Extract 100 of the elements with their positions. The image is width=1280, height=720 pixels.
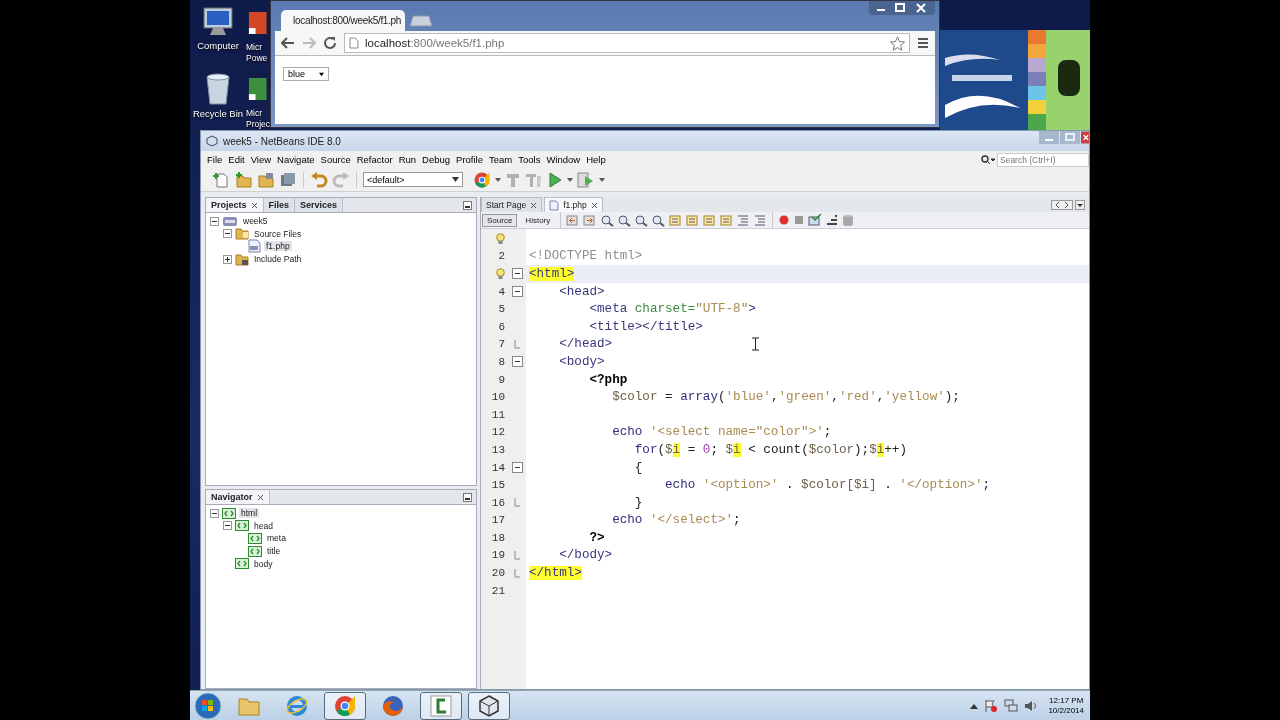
view-tab[interactable]: History — [520, 213, 556, 227]
panel-tab[interactable]: Projects — [206, 198, 264, 212]
configuration-dropdown[interactable]: <default> — [363, 172, 463, 187]
minimize-icon[interactable] — [463, 492, 472, 502]
new-project-icon[interactable] — [235, 171, 253, 188]
collapse-icon[interactable] — [210, 216, 219, 226]
computer-icon[interactable] — [201, 6, 235, 38]
open-project-icon[interactable] — [257, 171, 275, 188]
tree-item[interactable]: week5 — [241, 216, 270, 227]
close-icon[interactable] — [250, 201, 258, 209]
menu-item[interactable]: Run — [398, 154, 417, 165]
browser-icon[interactable] — [473, 170, 491, 189]
forward-icon[interactable] — [583, 213, 598, 227]
menu-item[interactable]: Refactor — [356, 154, 393, 165]
tree-item[interactable]: body — [252, 558, 275, 569]
caret-icon[interactable] — [495, 177, 501, 182]
toggle-rectangle-icon[interactable] — [668, 213, 683, 227]
search-field[interactable]: Search (Ctrl+I) — [997, 152, 1089, 167]
clock-date[interactable]: 10/2/2014 — [1048, 705, 1084, 716]
desktop-icon-label[interactable]: Computer — [192, 40, 244, 51]
find-previous-icon[interactable] — [617, 213, 632, 227]
fox-globe-icon[interactable] — [381, 693, 405, 718]
back-icon[interactable] — [566, 213, 581, 227]
save-all-icon[interactable] — [279, 171, 297, 188]
collapse-icon[interactable] — [223, 229, 232, 239]
html-tag-icon — [248, 545, 262, 557]
address-bar[interactable]: localhost:800/week5/f1.php — [344, 33, 910, 53]
menu-item[interactable]: Window — [546, 154, 581, 165]
menu-item[interactable]: Tools — [518, 154, 541, 165]
desktop-icon-label[interactable]: Micr Powe — [246, 42, 270, 64]
run-icon[interactable] — [547, 171, 563, 188]
comment-icon[interactable] — [825, 214, 840, 226]
close-icon[interactable] — [590, 201, 598, 209]
caret-icon[interactable] — [599, 177, 605, 182]
lightbulb-icon[interactable] — [496, 268, 505, 280]
tree-item[interactable]: meta — [265, 533, 288, 544]
find-icon[interactable] — [600, 213, 615, 227]
browser-icon[interactable] — [333, 693, 357, 718]
speaker-icon[interactable] — [1024, 698, 1039, 713]
close-icon[interactable] — [530, 201, 538, 209]
tree-item[interactable]: html — [239, 508, 260, 519]
check-icon[interactable] — [808, 214, 823, 226]
minimize-icon[interactable] — [463, 200, 472, 210]
scroll-tabs-icon[interactable] — [1051, 199, 1073, 210]
cube-icon[interactable] — [478, 693, 500, 718]
toggle-highlight-icon[interactable] — [651, 213, 666, 227]
star-icon[interactable] — [890, 35, 905, 51]
network-icon[interactable] — [1004, 698, 1019, 713]
collapse-icon[interactable] — [223, 521, 232, 531]
fold-icon[interactable] — [511, 356, 523, 368]
fold-icon[interactable] — [511, 286, 523, 298]
show-hidden-icons[interactable] — [970, 702, 979, 709]
lightbulb-icon[interactable] — [496, 232, 505, 245]
recorder-app-icon[interactable] — [430, 694, 452, 717]
undo-icon[interactable] — [310, 171, 328, 188]
new-tab-button[interactable] — [409, 15, 433, 27]
editor-tab[interactable]: f1.php — [544, 197, 603, 212]
tree-item[interactable]: f1.php — [264, 241, 292, 252]
fold-icon[interactable] — [511, 462, 523, 473]
back-icon[interactable] — [281, 36, 295, 50]
browser-tab[interactable]: localhost:800/week5/f1.ph — [281, 10, 405, 31]
search-icon[interactable] — [981, 154, 995, 165]
fold-icon[interactable] — [511, 268, 523, 280]
menu-item[interactable]: Profile — [456, 154, 483, 165]
menu-item[interactable]: Edit — [228, 154, 245, 165]
color-dropdown[interactable]: blue — [283, 67, 329, 81]
tree-item[interactable]: head — [252, 520, 275, 531]
menu-item[interactable]: Team — [489, 154, 513, 165]
view-tab[interactable]: Source — [482, 213, 518, 227]
caret-icon[interactable] — [1075, 199, 1085, 210]
panel-tab[interactable]: Navigator — [206, 490, 270, 504]
tree-item[interactable]: title — [265, 546, 283, 557]
menu-item[interactable]: Debug — [422, 154, 451, 165]
find-next-icon[interactable] — [634, 213, 649, 227]
record-icon[interactable] — [778, 214, 791, 226]
expand-icon[interactable] — [223, 254, 232, 264]
new-file-icon[interactable] — [213, 171, 231, 188]
menu-item[interactable]: Help — [586, 154, 606, 165]
browser-icon[interactable] — [285, 693, 309, 718]
menu-item[interactable]: Source — [320, 154, 351, 165]
menu-item[interactable]: File — [207, 154, 223, 165]
toggle-bookmark-icon[interactable] — [719, 213, 734, 227]
editor-tab[interactable]: Start Page — [481, 197, 543, 212]
start-button[interactable] — [194, 691, 222, 720]
reload-icon[interactable] — [323, 36, 337, 50]
close-icon[interactable] — [1081, 131, 1089, 144]
tree-item[interactable]: Source Files — [252, 228, 304, 239]
recycle-bin-icon[interactable] — [203, 72, 233, 106]
page-icon — [349, 37, 359, 49]
clock-time[interactable]: 12:17 PM — [1049, 695, 1084, 706]
desktop-icon-label[interactable]: Micr Projec — [246, 108, 270, 130]
tree-item[interactable]: Include Path — [252, 254, 304, 265]
close-icon[interactable] — [256, 493, 264, 501]
menu-icon[interactable] — [917, 37, 929, 49]
desktop-icon-label[interactable]: Recycle Bin — [192, 108, 244, 119]
collapse-icon[interactable] — [210, 508, 219, 518]
flag-icon[interactable] — [984, 698, 999, 713]
menu-item[interactable]: View — [250, 154, 272, 165]
menu-item[interactable]: Navigate — [277, 154, 315, 165]
caret-icon[interactable] — [567, 177, 573, 182]
